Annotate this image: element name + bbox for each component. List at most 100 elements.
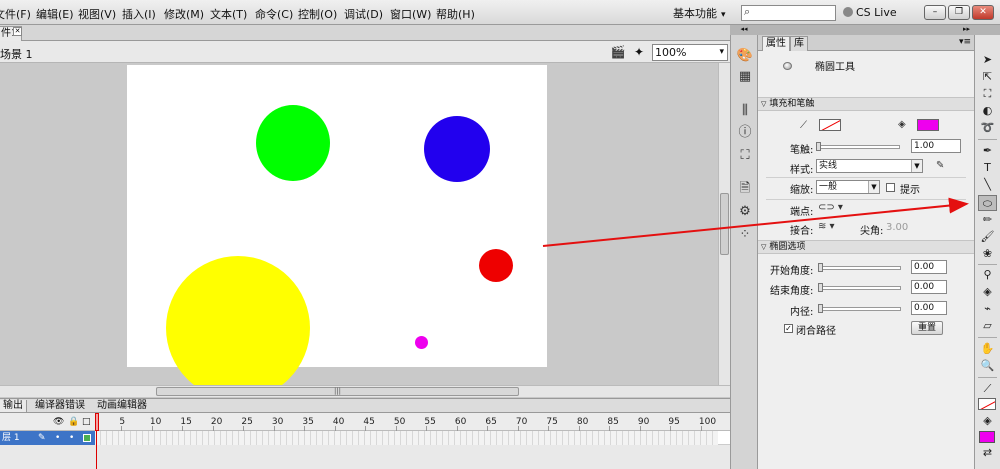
cap-style-icon[interactable]: ⊂⊃ ▾ [818,202,843,213]
3d-rotation-tool-icon[interactable]: ◐ [978,103,997,119]
zoom-select[interactable]: 100% ▾ [652,44,728,61]
red-circle[interactable] [479,249,513,282]
text-tool-icon[interactable]: T [978,160,997,176]
layer-outline-color[interactable] [83,434,91,442]
ellipse-options-section[interactable]: ▽ 椭圆选项 [758,240,974,254]
bone-tool-icon[interactable]: ⚲ [978,267,997,283]
lock-dot[interactable]: • [69,431,74,445]
start-angle-value[interactable]: 0.00 [911,260,947,274]
menu-debug[interactable]: 调试(D) [344,6,383,22]
join-style-icon[interactable]: ≋ ▾ [818,221,835,232]
horizontal-scroll-thumb[interactable]: ||| [156,387,519,396]
tab-motion-editor[interactable]: 动画编辑器 [94,400,150,412]
align-icon[interactable]: ⫼ [736,102,754,120]
menu-control[interactable]: 控制(O) [298,6,337,22]
end-angle-value[interactable]: 0.00 [911,280,947,294]
inner-radius-slider-knob[interactable] [818,304,823,313]
line-tool-icon[interactable]: ╲ [978,177,997,193]
paint-bucket-tool-icon[interactable]: ◈ [978,284,997,300]
tab-compiler-errors[interactable]: 编译器错误 [32,400,88,412]
hint-checkbox[interactable] [886,183,895,192]
workspace-switcher[interactable]: 基本功能 ▾ [673,5,726,21]
tab-properties[interactable]: 属性 [762,36,790,51]
transform-icon[interactable]: ⛶ [736,147,754,165]
subselection-tool-icon[interactable]: ⇱ [978,69,997,85]
oval-tool-icon[interactable]: ⬭ [978,195,997,211]
info-icon[interactable]: ⓘ [736,124,754,142]
minimize-button[interactable]: – [924,5,946,20]
start-angle-slider-knob[interactable] [818,263,823,272]
deco-tool-icon[interactable]: ❀ [978,246,997,262]
properties-collapse-bar[interactable]: ▸▸ [758,25,974,35]
menu-commands[interactable]: 命令(C) [255,6,293,22]
end-angle-slider-knob[interactable] [818,283,823,292]
motion-presets-icon[interactable]: ⁘ [736,226,754,244]
menu-insert[interactable]: 插入(I) [122,6,156,22]
stroke-color-tool-swatch[interactable] [978,398,996,410]
menu-window[interactable]: 窗口(W) [390,6,431,22]
horizontal-scrollbar[interactable]: ||| [0,385,730,397]
panel-menu-icon[interactable]: ▾≡ [959,37,971,47]
zoom-tool-icon[interactable]: 🔍 [978,358,997,374]
playhead-handle[interactable] [95,413,99,431]
stroke-color-swatch[interactable] [819,119,841,131]
edit-scene-icon[interactable]: 🎬 [610,44,626,60]
magenta-circle[interactable] [415,336,428,349]
panel-collapse-bar[interactable]: ◂◂ [730,25,758,35]
reset-button[interactable]: 重置 [911,321,944,335]
green-circle[interactable] [256,105,330,181]
close-tab-icon[interactable]: ✕ [13,27,22,36]
outline-icon[interactable]: □ [82,417,91,427]
swap-colors-icon[interactable]: ⇄ [978,445,997,461]
inner-radius-value[interactable]: 0.00 [911,301,947,315]
eye-icon[interactable]: 👁 [53,417,64,427]
tab-output[interactable]: 输出 [0,400,27,412]
tools-collapse-bar[interactable] [974,25,1000,35]
miter-value[interactable]: 3.00 [886,222,908,233]
menu-edit[interactable]: 编辑(E) [36,6,74,22]
pen-tool-icon[interactable]: ✒ [978,143,997,159]
start-angle-slider[interactable] [818,263,901,272]
history-icon[interactable]: 🗎 [736,180,754,198]
pencil-tool-icon[interactable]: ✏ [978,212,997,228]
style-dropdown[interactable]: 实线 ▼ [816,159,923,173]
help-search[interactable]: ⌕ [741,5,836,21]
eyedropper-tool-icon[interactable]: ⌁ [978,301,997,317]
yellow-circle[interactable] [166,256,310,385]
edit-stroke-style-icon[interactable]: ✎ [936,160,944,171]
brush-tool-icon[interactable]: 🖌 [978,229,997,245]
maximize-button[interactable]: ❐ [948,5,970,20]
inner-radius-slider[interactable] [818,304,901,313]
menu-view[interactable]: 视图(V) [78,6,116,22]
playhead[interactable] [95,413,99,469]
fill-stroke-section[interactable]: ▽ 填充和笔触 [758,97,974,111]
layer-row[interactable]: 层 1 ✎ • • [0,431,730,445]
menu-text[interactable]: 文本(T) [210,6,247,22]
eraser-tool-icon[interactable]: ▱ [978,318,997,334]
color-icon[interactable]: 🎨 [736,47,754,65]
blue-circle[interactable] [424,116,490,182]
components-icon[interactable]: ⚙ [736,203,754,221]
tab-library[interactable]: 库 [790,36,808,51]
menu-help[interactable]: 帮助(H) [436,6,475,22]
stage[interactable] [127,65,547,385]
layer-cell[interactable]: 层 1 ✎ • • [0,431,95,445]
close-path-checkbox[interactable]: ✓ [784,324,793,333]
lasso-tool-icon[interactable]: ➰ [978,120,997,136]
free-transform-tool-icon[interactable]: ⛶ [978,86,997,102]
frame-cells[interactable] [95,431,718,445]
fill-color-tool-swatch[interactable] [979,431,995,443]
visible-dot[interactable]: • [55,431,60,445]
selection-tool-icon[interactable]: ➤ [978,52,997,68]
lock-icon[interactable]: 🔒 [68,417,79,427]
edit-symbol-icon[interactable]: ✦ [631,44,647,60]
hand-tool-icon[interactable]: ✋ [978,341,997,357]
close-window-button[interactable]: ✕ [972,5,994,20]
cs-live-button[interactable]: CS Live [843,6,897,19]
menu-modify[interactable]: 修改(M) [164,6,204,22]
fill-color-swatch[interactable] [917,119,939,131]
menu-file[interactable]: 文件(F) [0,6,31,22]
stroke-slider-knob[interactable] [816,142,821,151]
swatches-icon[interactable]: ▦ [736,68,754,86]
scale-dropdown[interactable]: 一般 ▼ [816,180,880,194]
